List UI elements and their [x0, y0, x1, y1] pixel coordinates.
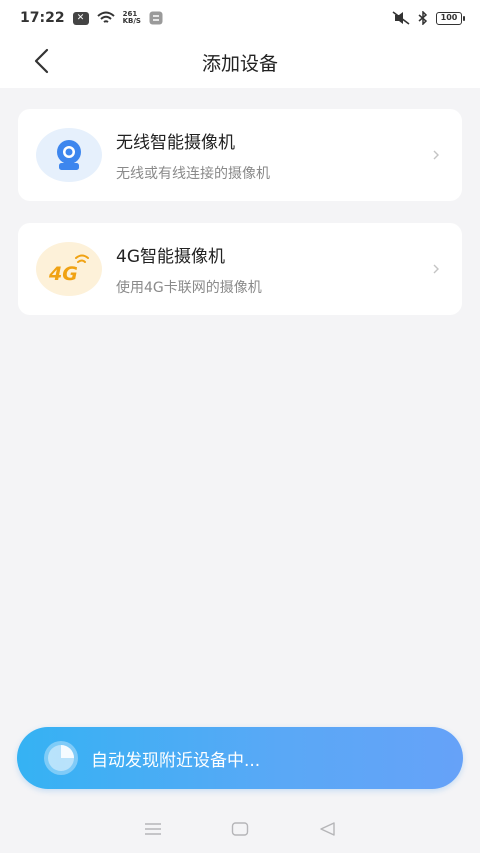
back-nav-button[interactable]	[312, 814, 342, 844]
status-time: 17:22	[20, 10, 65, 26]
status-right: 100	[392, 11, 465, 25]
device-subtitle: 无线或有线连接的摄像机	[116, 165, 270, 182]
device-card-text: 无线智能摄像机 无线或有线连接的摄像机	[116, 128, 426, 183]
home-button[interactable]	[225, 814, 255, 844]
chevron-right-icon	[426, 263, 446, 275]
4g-icon: 4G	[48, 254, 89, 284]
camera-icon	[57, 140, 81, 170]
bluetooth-icon	[418, 11, 428, 25]
battery-icon: 100	[436, 11, 465, 25]
app-notification-icon	[149, 11, 163, 25]
back-button[interactable]	[26, 46, 56, 76]
nav-header: 添加设备	[0, 36, 480, 88]
wifi-icon	[96, 11, 115, 25]
net-speed: 261 KB/S	[123, 11, 141, 25]
radar-scan-icon	[44, 741, 78, 775]
chevron-right-icon	[426, 149, 446, 161]
net-speed-unit: KB/S	[122, 17, 141, 25]
device-title: 无线智能摄像机	[116, 132, 235, 153]
auto-discover-button[interactable]: 自动发现附近设备中...	[17, 727, 463, 789]
page-title: 添加设备	[201, 52, 278, 75]
home-icon	[231, 822, 249, 836]
camera-icon-badge	[36, 128, 102, 182]
back-triangle-icon	[319, 822, 335, 836]
chevron-left-icon	[34, 48, 49, 74]
menu-icon	[145, 823, 162, 835]
auto-discover-label: 自动发现附近设备中...	[91, 750, 261, 771]
notification-icon: ✕	[72, 11, 89, 25]
mute-icon	[392, 11, 410, 25]
menu-button[interactable]	[138, 814, 168, 844]
device-card-text: 4G智能摄像机 使用4G卡联网的摄像机	[116, 242, 426, 297]
device-card-wireless-camera[interactable]: 无线智能摄像机 无线或有线连接的摄像机	[18, 109, 462, 201]
device-subtitle: 使用4G卡联网的摄像机	[116, 279, 262, 296]
system-nav-bar	[0, 805, 480, 853]
device-card-4g-camera[interactable]: 4G 4G智能摄像机 使用4G卡联网的摄像机	[18, 223, 462, 315]
4g-icon-label: 4G	[48, 263, 78, 284]
device-title: 4G智能摄像机	[116, 246, 225, 267]
4g-icon-badge: 4G	[36, 242, 102, 296]
status-left: 17:22 ✕ 261 KB/S	[20, 10, 163, 26]
status-bar: 17:22 ✕ 261 KB/S 100	[0, 0, 480, 36]
